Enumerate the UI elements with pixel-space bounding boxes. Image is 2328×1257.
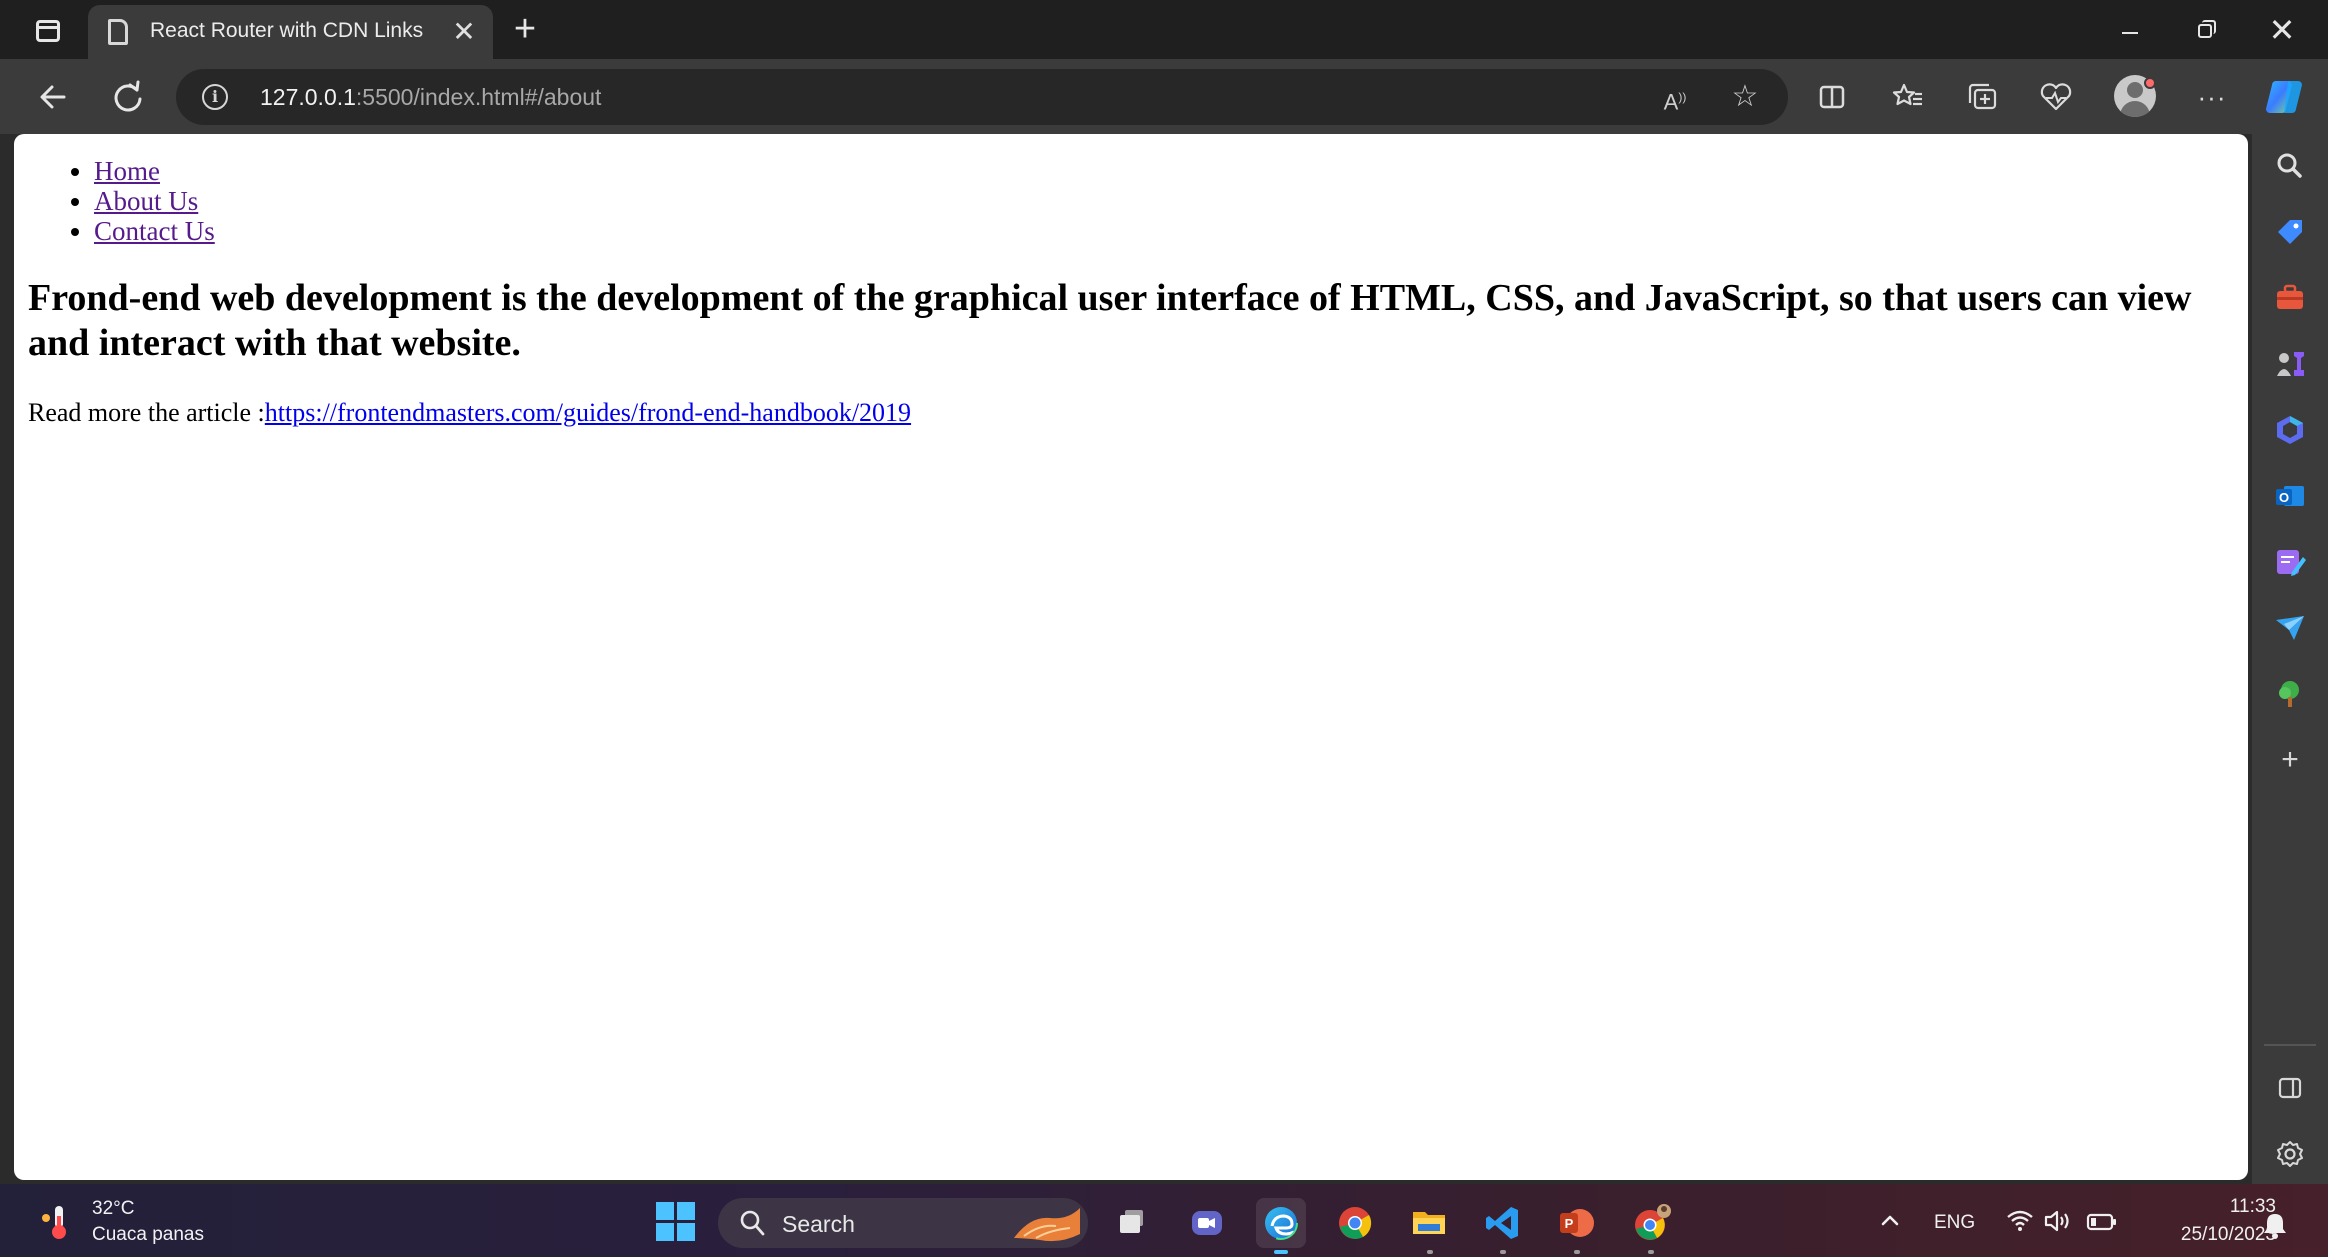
sidebar-divider [2264, 1044, 2316, 1046]
games-icon[interactable] [2272, 346, 2308, 382]
new-tab-button[interactable]: + [505, 10, 545, 50]
search-highlight-icon [1014, 1208, 1080, 1242]
powerpoint-icon[interactable]: P [1552, 1198, 1602, 1248]
url-host: 127.0.0.1 [260, 84, 356, 110]
vscode-icon[interactable] [1478, 1198, 1528, 1248]
notification-bell-icon[interactable] [2260, 1210, 2290, 1240]
sidebar-add-icon[interactable]: + [2272, 742, 2308, 778]
read-aloud-icon[interactable]: A)) [1656, 79, 1694, 115]
profile-notification-dot [2144, 77, 2156, 89]
nav-link-about[interactable]: About Us [94, 186, 198, 216]
split-screen-icon[interactable] [1812, 77, 1852, 117]
more-options-icon[interactable]: ··· [2192, 77, 2232, 117]
sidebar-settings-icon[interactable] [2272, 1136, 2308, 1172]
windows-taskbar: 32°C Cuaca panas Search P ENG 11:33 25/1… [0, 1184, 2328, 1257]
star-icon[interactable]: ☆ [1726, 79, 1764, 115]
weather-description[interactable]: Cuaca panas [92, 1224, 204, 1246]
nav-link-contact[interactable]: Contact Us [94, 216, 215, 246]
battery-icon[interactable] [2086, 1212, 2118, 1232]
weather-temperature[interactable]: 32°C [92, 1198, 134, 1220]
outlook-icon[interactable]: O [2272, 478, 2308, 514]
thermometer-weather-icon[interactable] [40, 1202, 74, 1242]
restore-button[interactable] [2176, 8, 2236, 52]
collections-icon[interactable] [1962, 77, 2002, 117]
article-heading: Frond-end web development is the develop… [28, 277, 2192, 364]
hide-sidebar-icon[interactable] [2272, 1070, 2308, 1106]
tools-briefcase-icon[interactable] [2272, 280, 2308, 316]
minimize-icon [2122, 32, 2138, 34]
vscode-running-indicator [1500, 1250, 1506, 1254]
browser-tab[interactable]: React Router with CDN Links ✕ [88, 5, 493, 59]
tab-close-button[interactable]: ✕ [449, 15, 479, 49]
back-button[interactable] [30, 73, 78, 121]
restore-icon [2198, 24, 2212, 38]
show-hidden-icons-chevron-icon[interactable] [1876, 1206, 1904, 1234]
powerpoint-running-indicator [1574, 1250, 1580, 1254]
nav-item-about: About Us [94, 186, 215, 216]
explorer-running-indicator [1427, 1250, 1433, 1254]
svg-text:O: O [2279, 490, 2289, 505]
teams-chat-icon[interactable] [1182, 1198, 1232, 1248]
read-more-label: Read more the article : [28, 398, 265, 427]
clock-date[interactable]: 25/10/2023 [2140, 1224, 2276, 1246]
send-paper-plane-icon[interactable] [2272, 610, 2308, 646]
edge-active-indicator [1274, 1250, 1288, 1254]
tab-actions-button[interactable] [22, 14, 74, 48]
arrow-left-icon [40, 85, 66, 109]
chrome-icon[interactable] [1330, 1198, 1380, 1248]
article-link[interactable]: https://frontendmasters.com/guides/frond… [265, 398, 911, 427]
shopping-tag-icon[interactable] [2272, 214, 2308, 250]
favorites-icon[interactable] [1888, 77, 1928, 117]
read-more-paragraph: Read more the article :https://frontendm… [28, 398, 911, 428]
volume-icon[interactable] [2042, 1206, 2074, 1236]
start-windows-icon[interactable] [656, 1202, 696, 1242]
tab-actions-icon [36, 20, 60, 42]
search-label: Search [782, 1211, 855, 1237]
url-path: :5500/index.html#/about [355, 84, 602, 110]
drop-editor-icon[interactable] [2272, 544, 2308, 580]
page-viewport: Home About Us Contact Us Frond-end web d… [14, 134, 2248, 1180]
svg-text:P: P [1565, 1216, 1574, 1231]
copilot-icon[interactable] [2262, 75, 2306, 119]
tree-icon[interactable] [2272, 676, 2308, 712]
nav-list: Home About Us Contact Us [94, 156, 215, 246]
reload-button[interactable] [104, 73, 152, 121]
tab-strip: React Router with CDN Links ✕ + ✕ [0, 0, 2328, 59]
minimize-button[interactable] [2100, 8, 2160, 52]
url-text[interactable]: 127.0.0.1:5500/index.html#/about [260, 84, 601, 111]
edge-browser-icon[interactable] [1256, 1198, 1306, 1248]
wifi-icon[interactable] [2004, 1206, 2036, 1236]
browser-essentials-icon[interactable] [2036, 77, 2076, 117]
file-explorer-icon[interactable] [1404, 1198, 1454, 1248]
edge-sidebar: O + [2252, 134, 2328, 1184]
input-language[interactable]: ENG [1934, 1212, 1975, 1234]
refresh-icon [114, 80, 142, 112]
tab-title: React Router with CDN Links [150, 19, 424, 42]
search-icon [740, 1210, 765, 1236]
nav-item-contact: Contact Us [94, 216, 215, 246]
browser-toolbar: i 127.0.0.1:5500/index.html#/about A)) ☆… [0, 59, 2328, 134]
nav-item-home: Home [94, 156, 215, 186]
address-bar[interactable]: i 127.0.0.1:5500/index.html#/about A)) ☆ [176, 69, 1788, 125]
site-info-icon[interactable]: i [202, 84, 228, 110]
chrome-profile-icon[interactable] [1626, 1198, 1676, 1248]
document-icon [108, 19, 128, 45]
microsoft-365-icon[interactable] [2272, 412, 2308, 448]
chrome-running-indicator [1648, 1250, 1654, 1254]
taskbar-search-box[interactable]: Search [718, 1198, 1088, 1248]
sidebar-search-icon[interactable] [2272, 148, 2308, 184]
close-window-button[interactable]: ✕ [2252, 8, 2312, 52]
nav-link-home[interactable]: Home [94, 156, 160, 186]
task-view-icon[interactable] [1108, 1198, 1158, 1248]
